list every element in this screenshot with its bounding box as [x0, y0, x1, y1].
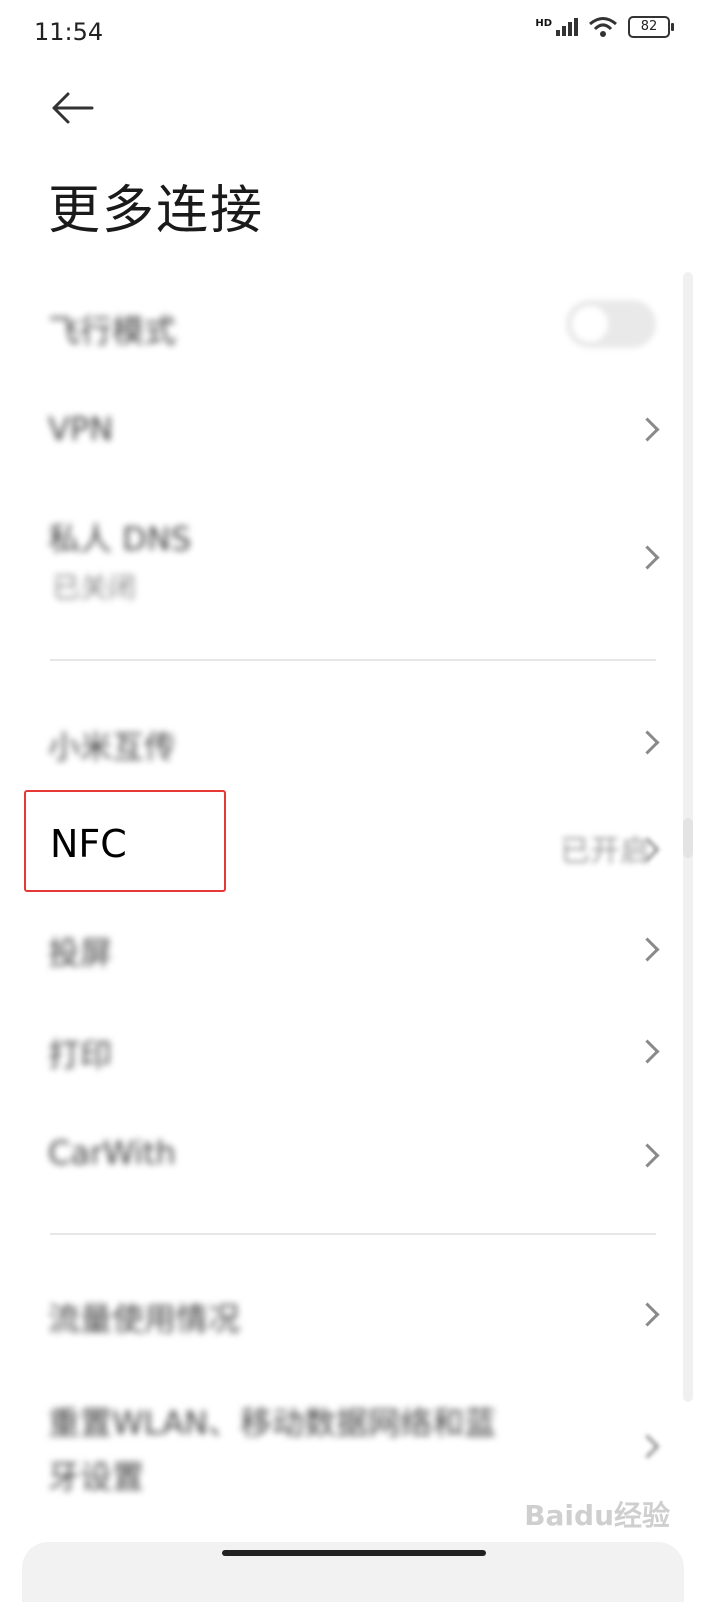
nfc-label: NFC [50, 822, 127, 866]
section-divider [50, 1233, 656, 1235]
status-bar: 11:54 HD 82 [0, 0, 720, 64]
status-icons: HD 82 [535, 16, 674, 38]
network-type-label: HD [535, 18, 552, 29]
gesture-handle[interactable] [222, 1550, 486, 1556]
chevron-right-icon [635, 1039, 660, 1064]
settings-item-label: 私人 DNS [48, 520, 192, 558]
settings-item-reset-network[interactable]: 重置WLAN、移动数据网络和蓝 牙设置 [0, 1380, 720, 1510]
settings-item-label: 流量使用情况 [48, 1300, 241, 1338]
settings-item-label: CarWith [48, 1134, 176, 1172]
settings-item-label: 小米互传 [48, 728, 177, 766]
settings-item-label-line2: 牙设置 [48, 1458, 145, 1496]
back-arrow-icon [52, 92, 94, 124]
settings-item-label: 投屏 [48, 934, 113, 972]
chevron-right-icon [635, 1302, 660, 1327]
section-divider [50, 659, 656, 661]
settings-item-xiaomi-share[interactable]: 小米互传 [0, 690, 720, 790]
hd-signal-icon: HD [535, 18, 578, 36]
back-button[interactable] [48, 88, 96, 128]
chevron-right-icon [635, 1143, 660, 1168]
settings-item-data-usage[interactable]: 流量使用情况 [0, 1264, 720, 1364]
chevron-right-icon [635, 730, 660, 755]
battery-icon: 82 [628, 16, 674, 38]
watermark: Baidu经验 [524, 1499, 670, 1532]
chevron-right-icon [635, 937, 660, 962]
settings-item-carwith[interactable]: CarWith [0, 1106, 720, 1202]
airplane-mode-toggle[interactable] [566, 300, 656, 348]
chevron-right-icon [635, 417, 660, 442]
settings-item-print[interactable]: 打印 [0, 1002, 720, 1098]
settings-item-cast[interactable]: 投屏 [0, 900, 720, 996]
page-title: 更多连接 [48, 181, 265, 241]
status-time: 11:54 [34, 18, 104, 46]
wifi-icon [589, 17, 617, 37]
settings-item-label: VPN [48, 410, 114, 448]
settings-item-subtitle: 已关闭 [52, 571, 137, 604]
settings-item-label: 重置WLAN、移动数据网络和蓝 [48, 1404, 497, 1442]
settings-item-private-dns[interactable]: 私人 DNS 已关闭 [0, 490, 720, 620]
chevron-right-icon [635, 545, 660, 570]
settings-item-label: 打印 [48, 1036, 113, 1074]
settings-item-vpn[interactable]: VPN [0, 380, 720, 476]
settings-item-label: 飞行模式 [48, 312, 177, 350]
chevron-right-icon [635, 1434, 660, 1459]
